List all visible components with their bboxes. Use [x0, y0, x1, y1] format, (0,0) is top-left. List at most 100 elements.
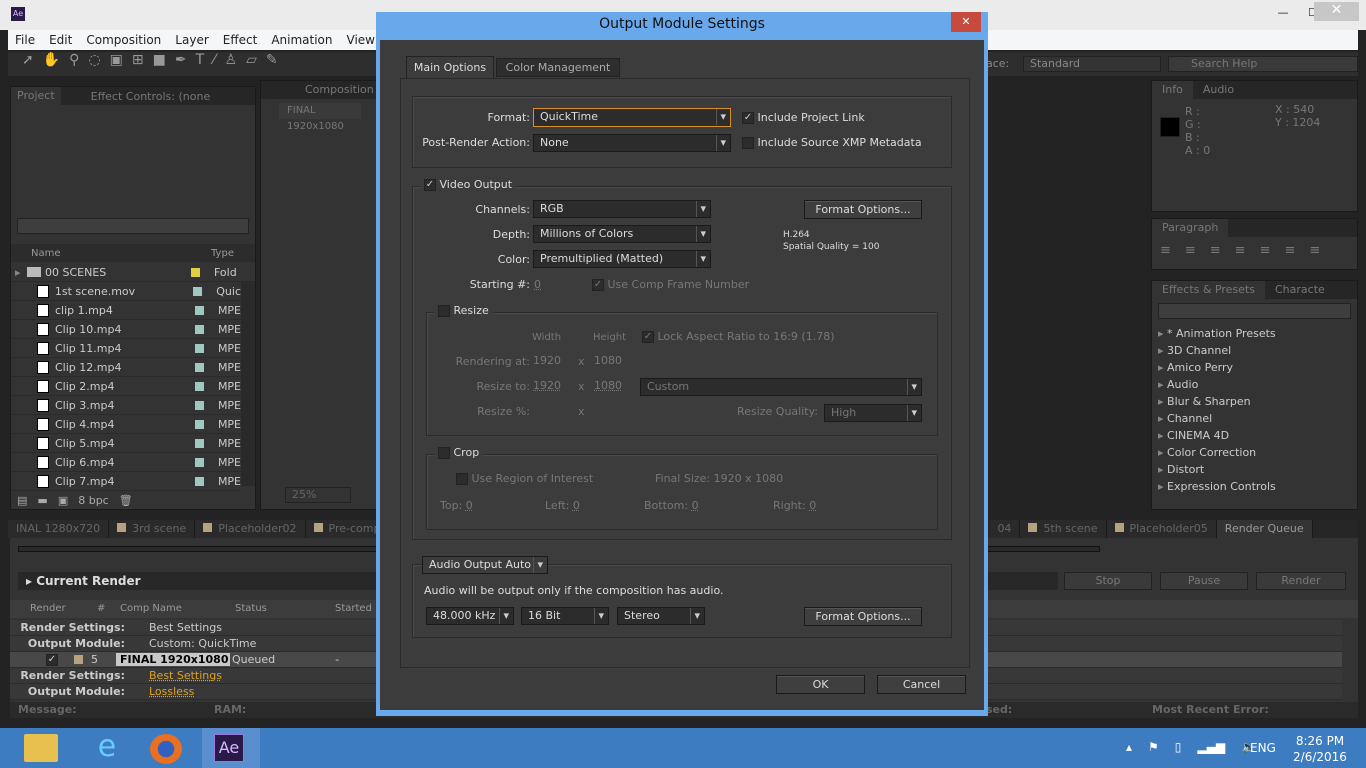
timeline-tab[interactable]: 5th scene — [1020, 520, 1107, 538]
effect-category[interactable]: ▸ Audio — [1152, 378, 1357, 395]
project-item[interactable]: Clip 2.mp4 MPE — [11, 377, 241, 396]
column-type[interactable]: Type — [211, 248, 234, 259]
crop-bottom-field[interactable]: 0 — [692, 499, 699, 512]
tab-effects-presets[interactable]: Effects & Presets — [1152, 281, 1265, 299]
project-item[interactable]: clip 1.mp4 MPE — [11, 301, 241, 320]
zoom-select[interactable]: 25% — [285, 487, 351, 503]
timeline-tab[interactable]: Render Queue — [1216, 520, 1313, 538]
menu-composition[interactable]: Composition — [79, 33, 168, 47]
menu-edit[interactable]: Edit — [42, 33, 79, 47]
project-scrollbar[interactable] — [241, 281, 255, 486]
include-project-link-checkbox[interactable]: ✓ — [742, 112, 754, 124]
include-xmp-checkbox[interactable] — [742, 137, 754, 149]
project-item[interactable]: ▸ 00 SCENES Fold — [11, 263, 241, 282]
timeline-tab[interactable]: Placeholder05 — [1106, 520, 1217, 538]
effect-category[interactable]: ▸ * Animation Presets — [1152, 327, 1357, 344]
internet-explorer-icon[interactable]: e — [90, 732, 124, 764]
effect-category[interactable]: ▸ 3D Channel — [1152, 344, 1357, 361]
audio-output-select[interactable]: Audio Output Auto — [422, 556, 548, 574]
search-help-input[interactable]: Search Help — [1168, 56, 1358, 72]
puppet-tool-icon[interactable]: ✎ — [266, 52, 287, 68]
effect-category[interactable]: ▸ Expression Controls — [1152, 480, 1357, 497]
use-comp-frame-checkbox[interactable]: ✓ — [592, 279, 604, 291]
video-format-options-button[interactable]: Format Options... — [804, 200, 922, 219]
effect-category[interactable]: ▸ Color Correction — [1152, 446, 1357, 463]
project-item[interactable]: Clip 6.mp4 MPE — [11, 453, 241, 472]
rotate-tool-icon[interactable]: ◌ — [88, 52, 109, 68]
column-render[interactable]: Render — [30, 600, 66, 618]
minimize-button[interactable]: — — [1270, 6, 1296, 22]
dialog-close-button[interactable]: ✕ — [951, 12, 981, 32]
pan-behind-tool-icon[interactable]: ⊞ — [132, 52, 153, 68]
zoom-tool-icon[interactable]: ⚲ — [69, 52, 88, 68]
effect-category[interactable]: ▸ Distort — [1152, 463, 1357, 480]
expand-arrow-icon[interactable]: ▸ — [15, 266, 25, 279]
menu-layer[interactable]: Layer — [168, 33, 215, 47]
workspace-select[interactable]: Standard — [1023, 56, 1161, 72]
column-number[interactable]: # — [97, 600, 105, 618]
tab-audio[interactable]: Audio — [1193, 81, 1244, 99]
project-item[interactable]: Clip 5.mp4 MPE — [11, 434, 241, 453]
post-render-select[interactable]: None — [533, 134, 731, 152]
show-hidden-icons[interactable]: ▴ — [1126, 740, 1132, 754]
menu-animation[interactable]: Animation — [264, 33, 339, 47]
project-item[interactable]: Clip 11.mp4 MPE — [11, 339, 241, 358]
tab-composition[interactable]: Composition — [261, 81, 379, 99]
project-search-input[interactable] — [17, 218, 249, 234]
file-explorer-icon[interactable] — [24, 734, 58, 762]
resize-preset-select[interactable]: Custom — [640, 378, 922, 396]
action-center-flag-icon[interactable]: ⚑ — [1148, 740, 1159, 754]
project-item[interactable]: Clip 4.mp4 MPE — [11, 415, 241, 434]
timeline-tab[interactable]: 04 — [989, 520, 1021, 538]
tab-effect-controls[interactable]: Effect Controls: (none — [61, 90, 211, 103]
project-item[interactable]: Clip 3.mp4 MPE — [11, 396, 241, 415]
output-module-value[interactable]: Custom: QuickTime — [149, 637, 256, 650]
render-checkbox[interactable]: ✓ — [46, 653, 58, 666]
ok-button[interactable]: OK — [776, 675, 865, 694]
audio-channels-select[interactable]: Stereo — [617, 607, 705, 625]
after-effects-taskbar-button[interactable]: Ae — [202, 728, 260, 768]
render-settings-value[interactable]: Best Settings — [149, 621, 222, 634]
project-item[interactable]: Clip 12.mp4 MPE — [11, 358, 241, 377]
audio-format-options-button[interactable]: Format Options... — [804, 607, 922, 626]
resize-width-field[interactable]: 1920 — [533, 379, 561, 392]
menu-file[interactable]: File — [8, 33, 42, 47]
column-name[interactable]: Name — [11, 248, 211, 259]
tab-paragraph[interactable]: Paragraph — [1152, 219, 1229, 237]
close-button[interactable]: ✕ — [1314, 2, 1359, 21]
battery-icon[interactable]: ▯ — [1175, 740, 1182, 754]
firefox-icon[interactable] — [150, 734, 182, 764]
bit-depth-select[interactable]: 16 Bit — [521, 607, 609, 625]
input-language[interactable]: ENG — [1250, 741, 1276, 755]
timeline-tab[interactable]: Placeholder02 — [195, 520, 306, 538]
tab-character[interactable]: Characte — [1265, 281, 1335, 299]
video-output-checkbox[interactable]: ✓ — [424, 179, 436, 191]
timeline-tab[interactable]: 3rd scene — [109, 520, 196, 538]
crop-left-field[interactable]: 0 — [573, 499, 580, 512]
column-status[interactable]: Status — [235, 600, 267, 618]
comp-name[interactable]: FINAL 1920x1080 — [116, 653, 230, 666]
use-roi-checkbox[interactable] — [456, 473, 468, 485]
menu-effect[interactable]: Effect — [216, 33, 265, 47]
new-comp-icon[interactable]: ▣ — [58, 494, 68, 507]
bpc-toggle[interactable]: 8 bpc — [78, 494, 109, 507]
color-select[interactable]: Premultiplied (Matted) — [533, 250, 711, 268]
crop-checkbox[interactable] — [438, 447, 450, 459]
effect-category[interactable]: ▸ Blur & Sharpen — [1152, 395, 1357, 412]
type-tool-icon[interactable]: T — [196, 52, 214, 68]
render-button[interactable]: Render — [1256, 572, 1346, 590]
output-module-link[interactable]: Lossless — [149, 685, 194, 698]
effect-category[interactable]: ▸ CINEMA 4D — [1152, 429, 1357, 446]
clock[interactable]: 8:26 PM 2/6/2016 — [1290, 733, 1350, 765]
render-settings-link[interactable]: Best Settings — [149, 669, 222, 682]
stop-button[interactable]: Stop — [1064, 572, 1152, 590]
project-item[interactable]: 1st scene.mov Quic — [11, 282, 241, 301]
pause-button[interactable]: Pause — [1160, 572, 1248, 590]
brush-tool-icon[interactable]: ⁄ — [213, 52, 224, 68]
depth-select[interactable]: Millions of Colors — [533, 225, 711, 243]
effects-search-input[interactable] — [1158, 303, 1351, 319]
comp-breadcrumb[interactable]: FINAL 1920x1080 — [279, 103, 361, 132]
effect-category[interactable]: ▸ Channel — [1152, 412, 1357, 429]
new-folder-icon[interactable]: ▬ — [37, 494, 47, 507]
network-signal-icon[interactable]: ▂▄▆ — [1197, 740, 1225, 754]
